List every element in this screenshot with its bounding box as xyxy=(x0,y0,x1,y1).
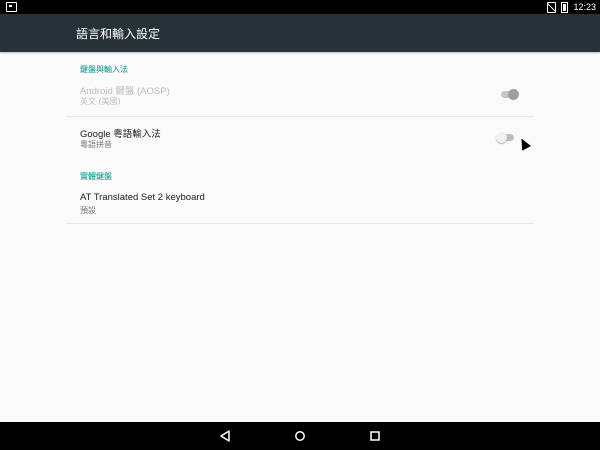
status-time: 12:23 xyxy=(573,2,596,12)
home-icon[interactable] xyxy=(292,429,308,443)
notification-icon xyxy=(6,2,17,12)
toggle-switch[interactable] xyxy=(496,131,516,145)
section-header-keyboards: 鍵盤與輸入法 xyxy=(80,65,128,74)
page-title: 語言和輸入設定 xyxy=(76,27,161,41)
back-icon[interactable] xyxy=(217,429,233,443)
recents-icon[interactable] xyxy=(367,429,383,443)
section-header-physical-keyboard: 實體鍵盤 xyxy=(80,172,112,181)
toggle-switch[interactable] xyxy=(499,88,519,102)
battery-icon xyxy=(561,1,569,13)
status-bar: 12:23 xyxy=(0,0,600,14)
toggle-thumb xyxy=(496,132,507,143)
pref-title: Android 鍵盤 (AOSP) xyxy=(80,86,170,97)
pref-summary: 粵語拼音 xyxy=(80,140,112,149)
status-icons: 12:23 xyxy=(547,0,596,14)
pref-title: AT Translated Set 2 keyboard xyxy=(80,192,205,203)
settings-list: 鍵盤與輸入法 Android 鍵盤 (AOSP) 英文 (美國) Google … xyxy=(0,52,600,422)
divider xyxy=(66,116,534,117)
pref-summary: 英文 (美國) xyxy=(80,97,121,106)
navigation-bar xyxy=(0,422,600,450)
app-bar: 語言和輸入設定 xyxy=(0,14,600,52)
divider xyxy=(66,223,534,224)
pref-title: Google 粵語輸入法 xyxy=(80,129,161,140)
no-sim-icon xyxy=(547,1,557,13)
pref-summary: 預設 xyxy=(80,206,96,215)
toggle-thumb xyxy=(508,89,519,100)
